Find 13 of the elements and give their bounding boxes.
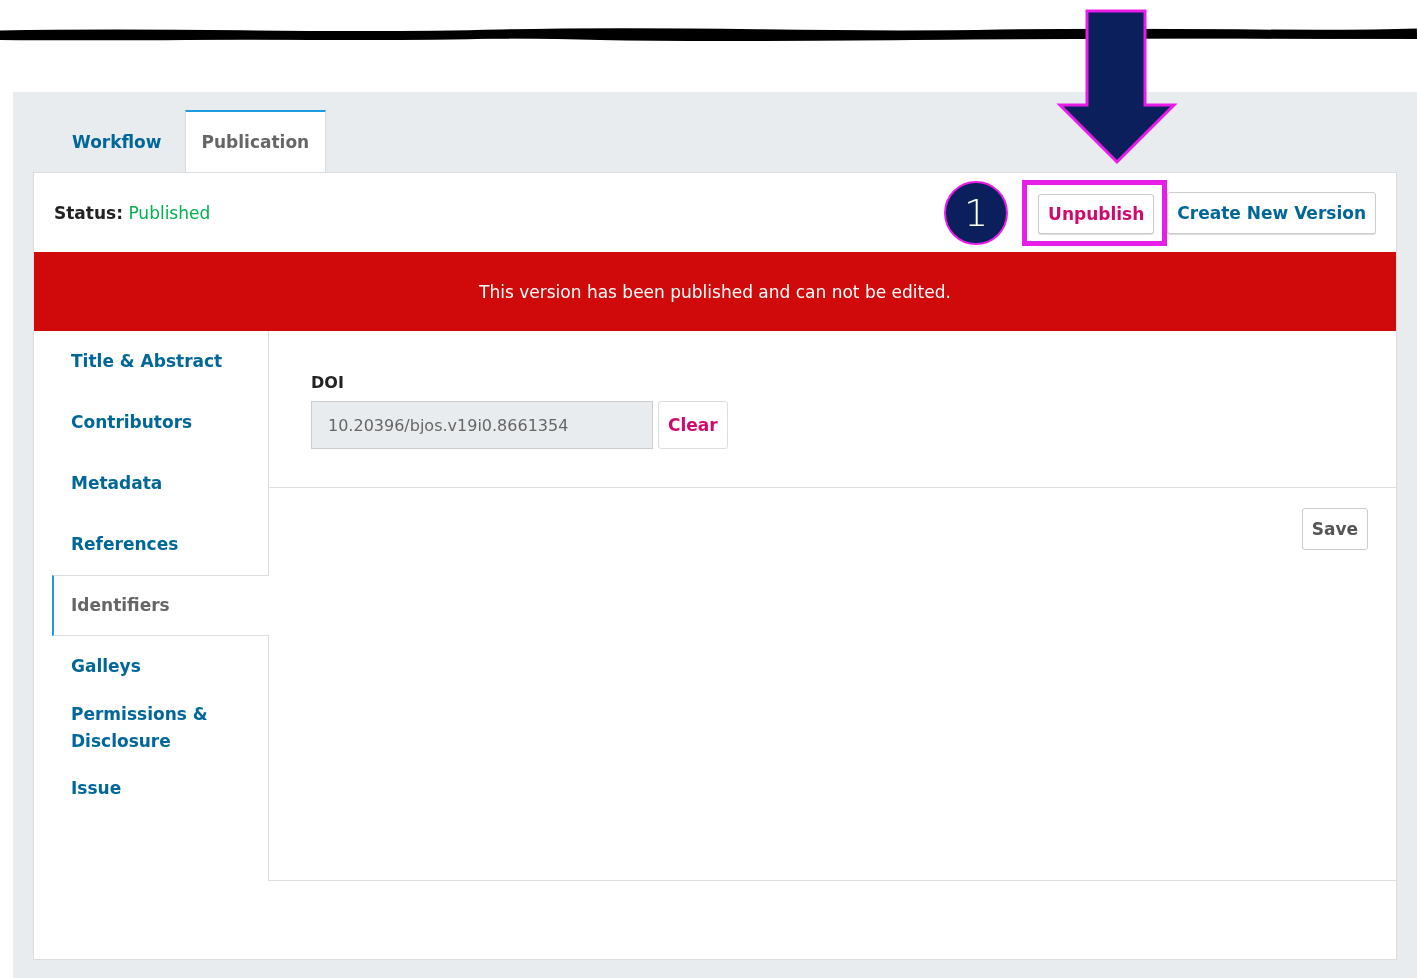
save-button[interactable]: Save — [1301, 508, 1368, 550]
doi-field[interactable]: 10.20396/bjos.v19i0.8661354 — [311, 401, 653, 449]
notice-banner: This version has been published and can not be edited. — [34, 252, 1396, 331]
header-button[interactable]: Create New Version — [1167, 191, 1376, 234]
clear-button[interactable]: Clear — [658, 401, 728, 449]
header-button[interactable]: Unpublish — [1038, 193, 1155, 234]
status-text: Status: Published — [54, 202, 211, 223]
tab[interactable]: Workflow — [55, 110, 179, 172]
tab[interactable]: Publication — [184, 110, 327, 172]
step-number-badge: 1 — [944, 180, 1009, 245]
sidebar-item[interactable]: Identifiers — [52, 575, 269, 636]
field-label: DOI — [311, 373, 345, 392]
down-arrow-icon — [1056, 9, 1178, 167]
